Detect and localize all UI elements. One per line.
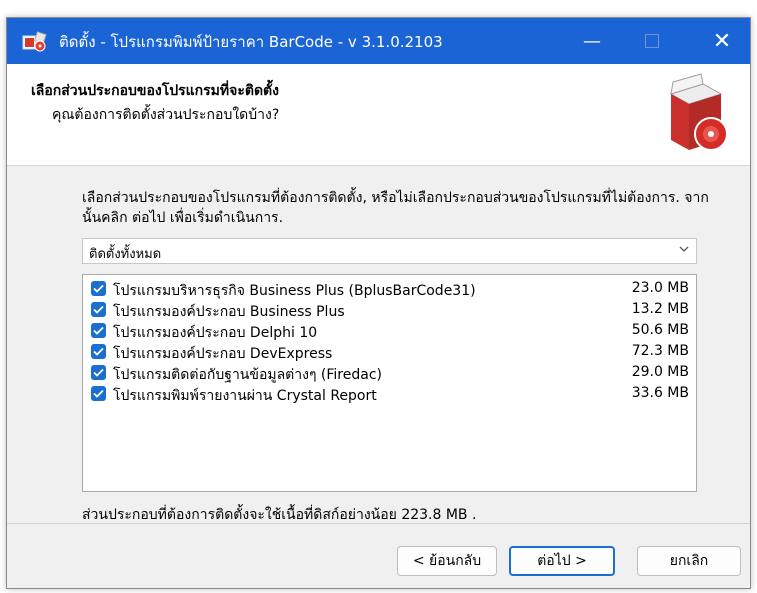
cancel-button[interactable]: ยกเลิก: [637, 546, 741, 576]
window-title: ติดตั้ง - โปรแกรมพิมพ์ป้ายราคา BarCode -…: [59, 33, 443, 51]
component-checkbox[interactable]: [91, 281, 106, 296]
component-checkbox[interactable]: [91, 386, 106, 401]
install-type-value: ติดตั้งทั้งหมด: [89, 247, 162, 262]
component-size: 23.0 MB: [631, 280, 689, 296]
component-list[interactable]: โปรแกรมบริหารธุรกิจ Business Plus (Bplus…: [82, 274, 697, 492]
component-checkbox[interactable]: [91, 344, 106, 359]
chevron-down-icon: [678, 242, 690, 260]
software-box-cd-icon: [661, 72, 733, 160]
footer-divider: [7, 523, 750, 524]
installer-window: ติดตั้ง - โปรแกรมพิมพ์ป้ายราคา BarCode -…: [6, 17, 751, 589]
component-item[interactable]: โปรแกรมพิมพ์รายงานผ่าน Crystal Report 33…: [91, 384, 689, 404]
component-label: โปรแกรมองค์ประกอบ Delphi 10: [113, 325, 318, 341]
wizard-header: เลือกส่วนประกอบของโปรแกรมที่จะติดตั้ง คุ…: [7, 64, 750, 166]
component-label: โปรแกรมองค์ประกอบ DevExpress: [113, 346, 333, 362]
close-button[interactable]: ✕: [697, 18, 747, 64]
install-type-select[interactable]: ติดตั้งทั้งหมด: [82, 238, 697, 264]
component-item[interactable]: โปรแกรมองค์ประกอบ Business Plus 13.2 MB: [91, 300, 689, 320]
component-size: 50.6 MB: [631, 322, 689, 338]
check-icon: [93, 284, 104, 293]
component-label: โปรแกรมติดต่อกับฐานข้อมูลต่างๆ (Firedac): [113, 367, 382, 383]
component-item[interactable]: โปรแกรมองค์ประกอบ DevExpress 72.3 MB: [91, 342, 689, 362]
page-subtitle: คุณต้องการติดตั้งส่วนประกอบใดบ้าง?: [52, 107, 280, 123]
check-icon: [93, 389, 104, 398]
next-button[interactable]: ต่อไป >: [509, 546, 615, 576]
wizard-body: เลือกส่วนประกอบของโปรแกรมที่ต้องการติดตั…: [7, 166, 750, 523]
check-icon: [93, 326, 104, 335]
component-item[interactable]: โปรแกรมองค์ประกอบ Delphi 10 50.6 MB: [91, 321, 689, 341]
instruction-text: เลือกส่วนประกอบของโปรแกรมที่ต้องการติดตั…: [82, 190, 709, 226]
component-size: 72.3 MB: [631, 343, 689, 359]
component-size: 29.0 MB: [631, 364, 689, 380]
component-checkbox[interactable]: [91, 323, 106, 338]
check-icon: [93, 305, 104, 314]
title-bar[interactable]: ติดตั้ง - โปรแกรมพิมพ์ป้ายราคา BarCode -…: [7, 18, 750, 64]
component-item[interactable]: โปรแกรมติดต่อกับฐานข้อมูลต่างๆ (Firedac)…: [91, 363, 689, 383]
component-label: โปรแกรมองค์ประกอบ Business Plus: [113, 304, 345, 320]
check-icon: [93, 368, 104, 377]
component-item[interactable]: โปรแกรมบริหารธุรกิจ Business Plus (Bplus…: [91, 279, 689, 299]
component-label: โปรแกรมพิมพ์รายงานผ่าน Crystal Report: [113, 388, 377, 404]
component-label: โปรแกรมบริหารธุรกิจ Business Plus (Bplus…: [113, 283, 476, 299]
component-checkbox[interactable]: [91, 365, 106, 380]
minimize-button[interactable]: —: [567, 18, 617, 64]
component-size: 13.2 MB: [631, 301, 689, 317]
maximize-button[interactable]: [627, 18, 677, 64]
page-title: เลือกส่วนประกอบของโปรแกรมที่จะติดตั้ง: [31, 83, 279, 99]
back-button[interactable]: < ย้อนกลับ: [397, 546, 497, 576]
installer-box-icon: [21, 29, 47, 53]
component-size: 33.6 MB: [631, 385, 689, 401]
maximize-icon: [645, 34, 659, 48]
check-icon: [93, 347, 104, 356]
component-checkbox[interactable]: [91, 302, 106, 317]
